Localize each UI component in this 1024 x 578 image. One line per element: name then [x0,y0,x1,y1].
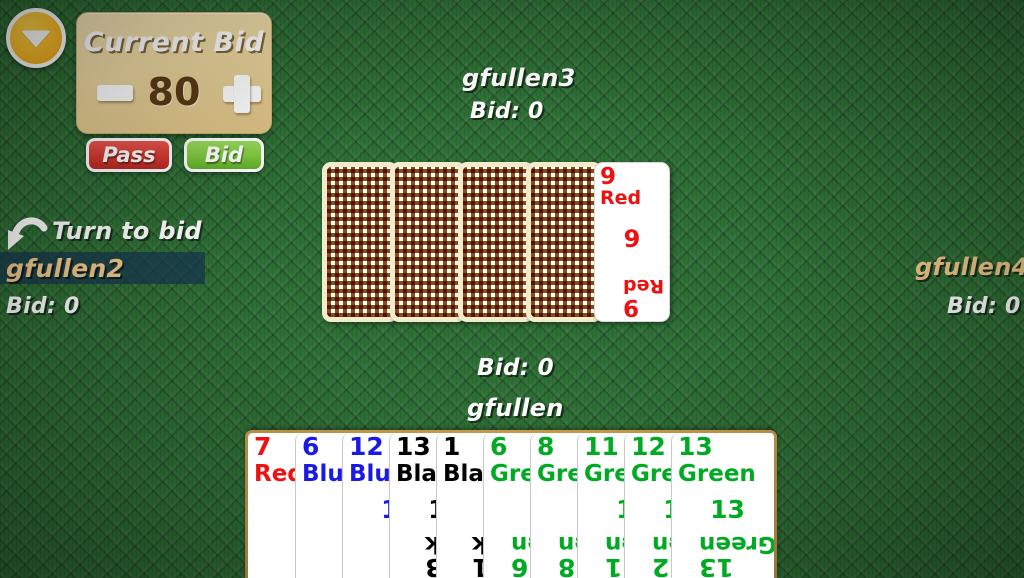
card-number: 11 [584,432,619,461]
bid-increase-button[interactable] [223,75,261,113]
player-top-name: gfullen3 [462,64,576,92]
card-number: 7 [254,432,272,461]
minus-icon [97,85,133,101]
menu-toggle-button[interactable] [6,8,66,68]
chevron-down-icon [21,30,51,48]
trick-card-facedown [526,162,602,322]
player-self-name: gfullen [467,394,564,422]
player-self-bid: Bid: 0 [477,355,554,381]
trick-card-facedown [458,162,534,322]
pass-button[interactable]: Pass [86,138,172,172]
player-right-name: gfullen4 [915,253,1024,281]
card-color-name: Green [678,461,756,487]
player-hand[interactable]: 7Red77Red6Blue66Blue12Blue1212Blue13Blac… [245,430,777,578]
plus-icon-vertical [234,75,250,113]
player-right-bid: Bid: 0 [947,294,1021,319]
current-bid-panel: Current Bid 80 [76,12,272,134]
player-top-bid: Bid: 0 [470,99,544,124]
card-number: 12 [631,432,666,461]
trick-card-facedown [390,162,466,322]
trick-pile: 9 Red 9 9 Red [322,162,710,330]
card-center-value: 13 [710,495,745,524]
card-number: 6 [302,432,320,461]
bid-button[interactable]: Bid [184,138,264,172]
card-number: 13 [678,432,713,461]
trick-card-facedown [322,162,398,322]
game-screen: Current Bid 80 Pass Bid Turn to bid gful… [0,0,1024,578]
card-number: 8 [537,432,555,461]
card-number: 6 [490,432,508,461]
card-corner-bottom: 13 Green [699,531,777,578]
card-corner-top: 9 Red [600,164,642,210]
trick-card-faceup: 9 Red 9 9 Red [594,162,670,322]
turn-to-bid-label: Turn to bid [52,217,202,245]
card-number: 12 [349,432,384,461]
player-left-bid: Bid: 0 [6,294,80,319]
card-number: 1 [443,432,461,461]
card-center-value: 9 [623,225,641,253]
card-corner-bottom: 9 Red [622,274,664,320]
card-number: 13 [396,432,431,461]
player-left-name: gfullen2 [6,254,125,283]
hand-card[interactable]: 13 Green 13 13 Green [671,432,777,578]
bid-decrease-button[interactable] [97,85,133,101]
current-bid-title: Current Bid [83,27,265,58]
